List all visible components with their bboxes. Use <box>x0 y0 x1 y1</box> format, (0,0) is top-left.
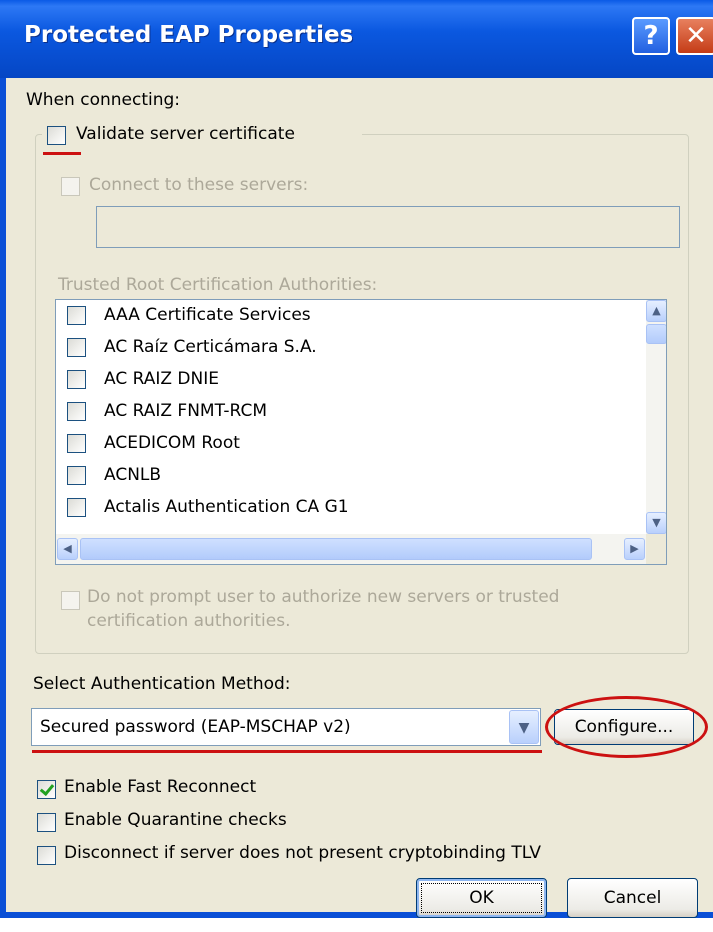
scroll-down-icon[interactable]: ▼ <box>646 512 666 534</box>
auth-method-value: Secured password (EAP-MSCHAP v2) <box>40 717 351 737</box>
horizontal-scroll-thumb[interactable] <box>80 538 592 560</box>
connect-to-servers-label: Connect to these servers: <box>89 175 309 195</box>
do-not-prompt-label-line2: certification authorities. <box>87 611 291 631</box>
trusted-root-checkbox[interactable] <box>67 498 86 517</box>
select-auth-method-label: Select Authentication Method: <box>33 674 291 694</box>
trusted-root-checkbox[interactable] <box>67 338 86 357</box>
trusted-root-label: Trusted Root Certification Authorities: <box>58 275 378 295</box>
list-item[interactable]: AC RAIZ FNMT-RCM <box>56 396 646 428</box>
chevron-down-icon[interactable]: ▼ <box>509 710 539 744</box>
trusted-root-checkbox[interactable] <box>67 402 86 421</box>
annotation-underline-validate <box>43 152 81 155</box>
disconnect-cryptobinding-checkbox[interactable] <box>37 846 56 865</box>
trusted-root-name: AAA Certificate Services <box>104 305 311 325</box>
cancel-button[interactable]: Cancel <box>567 878 698 918</box>
disconnect-cryptobinding-label[interactable]: Disconnect if server does not present cr… <box>64 843 541 863</box>
trusted-root-name: AC Raíz Certicámara S.A. <box>104 337 317 357</box>
servers-input <box>96 206 680 248</box>
vertical-scrollbar[interactable]: ▲ ▼ <box>646 300 666 534</box>
trusted-root-name: ACEDICOM Root <box>104 433 240 453</box>
enable-fast-reconnect-label[interactable]: Enable Fast Reconnect <box>64 777 256 797</box>
dialog-window: Protected EAP Properties ? ✕ When connec… <box>0 0 713 918</box>
trusted-root-name: ACNLB <box>104 465 162 485</box>
cancel-button-label: Cancel <box>603 888 662 908</box>
focus-rectangle <box>421 883 542 913</box>
trusted-root-name: Actalis Authentication CA G1 <box>104 497 349 517</box>
list-item[interactable]: AC RAIZ DNIE <box>56 364 646 396</box>
annotation-underline-auth <box>32 750 542 753</box>
ok-button[interactable]: OK <box>416 878 547 918</box>
trusted-root-checkbox[interactable] <box>67 306 86 325</box>
list-item[interactable]: Actalis Authentication CA G1 <box>56 492 646 524</box>
close-icon[interactable]: ✕ <box>676 17 713 55</box>
window-title: Protected EAP Properties <box>24 22 354 48</box>
list-item[interactable]: AC Raíz Certicámara S.A. <box>56 332 646 364</box>
do-not-prompt-checkbox <box>61 591 80 610</box>
enable-quarantine-checks-checkbox[interactable] <box>37 813 56 832</box>
trusted-root-checkbox[interactable] <box>67 434 86 453</box>
title-bar[interactable]: Protected EAP Properties ? ✕ <box>0 0 713 78</box>
trusted-root-name: AC RAIZ DNIE <box>104 369 219 389</box>
annotation-circle-configure <box>545 696 708 758</box>
validate-server-certificate-label[interactable]: Validate server certificate <box>76 124 295 144</box>
trusted-root-checkbox[interactable] <box>67 370 86 389</box>
list-item[interactable]: ACEDICOM Root <box>56 428 646 460</box>
scroll-left-icon[interactable]: ◀ <box>57 538 78 560</box>
help-icon[interactable]: ? <box>632 17 670 55</box>
auth-method-select[interactable]: Secured password (EAP-MSCHAP v2) ▼ <box>31 708 541 746</box>
scroll-corner <box>646 534 666 564</box>
horizontal-scrollbar[interactable]: ◀ ▶ <box>56 534 646 564</box>
enable-quarantine-checks-label[interactable]: Enable Quarantine checks <box>64 810 287 830</box>
vertical-scroll-thumb[interactable] <box>646 324 666 344</box>
scroll-right-icon[interactable]: ▶ <box>624 538 645 560</box>
trusted-root-checkbox[interactable] <box>67 466 86 485</box>
when-connecting-label: When connecting: <box>26 90 181 110</box>
enable-fast-reconnect-checkbox[interactable] <box>37 780 56 799</box>
dialog-body: When connecting: Validate server certifi… <box>6 78 713 918</box>
validate-server-certificate-checkbox[interactable] <box>47 126 66 145</box>
scroll-up-icon[interactable]: ▲ <box>646 300 666 322</box>
do-not-prompt-label-line1: Do not prompt user to authorize new serv… <box>87 587 560 607</box>
trusted-root-list[interactable]: AAA Certificate Services AC Raíz Certicá… <box>55 299 667 565</box>
trusted-root-name: AC RAIZ FNMT-RCM <box>104 401 268 421</box>
list-item[interactable]: AAA Certificate Services <box>56 300 646 332</box>
list-item[interactable]: ACNLB <box>56 460 646 492</box>
connect-to-servers-checkbox <box>61 177 80 196</box>
